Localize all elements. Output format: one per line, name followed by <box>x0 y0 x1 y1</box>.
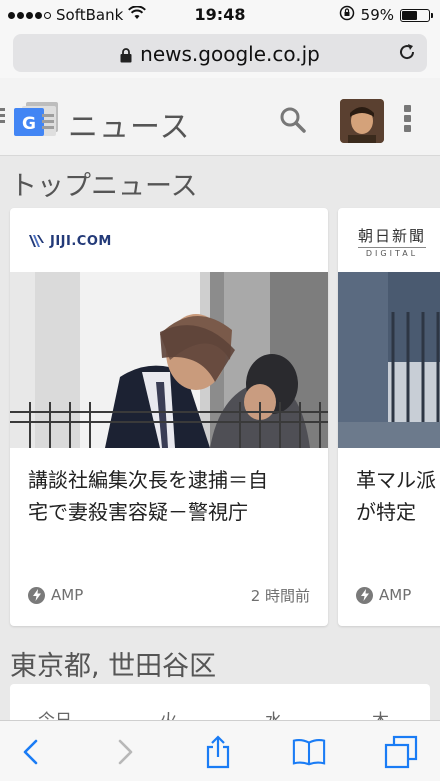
reload-icon[interactable] <box>397 42 417 66</box>
tabs-icon[interactable] <box>384 735 418 769</box>
headline-line: 講談社編集次長を逮捕＝自 <box>28 468 268 492</box>
source-name: 朝日新聞 <box>358 227 427 245</box>
orientation-lock-icon <box>339 5 355 25</box>
more-vert-icon[interactable] <box>404 105 412 135</box>
back-icon[interactable] <box>14 735 48 769</box>
news-headline[interactable]: 革マル派 が特定 <box>356 464 440 528</box>
news-headline[interactable]: 講談社編集次長を逮捕＝自 宅で妻殺害容疑－警視庁 <box>28 464 310 528</box>
card-footer: AMP 2 時間前 <box>28 584 310 606</box>
amp-icon <box>356 586 373 604</box>
avatar[interactable] <box>340 99 384 143</box>
source-logo-asahi: 朝日新聞 DIGITAL <box>358 225 427 258</box>
amp-label: AMP <box>379 586 412 604</box>
timestamp: 2 時間前 <box>250 586 310 605</box>
url-text: news.google.co.jp <box>140 42 320 66</box>
url-display[interactable]: news.google.co.jp <box>13 42 427 68</box>
browser-address-area: news.google.co.jp <box>0 30 440 78</box>
forward-icon[interactable] <box>108 735 142 769</box>
share-icon[interactable] <box>201 735 235 769</box>
amp-badge: AMP <box>356 586 411 604</box>
amp-label: AMP <box>51 586 84 604</box>
battery-percent: 59% <box>360 6 394 24</box>
app-title: ニュース <box>68 110 191 145</box>
browser-toolbar <box>0 720 440 781</box>
amp-badge: AMP <box>28 586 83 604</box>
headline-line: が特定 <box>356 500 416 524</box>
app-header: G ニュース <box>0 78 440 156</box>
news-photo[interactable] <box>338 272 440 448</box>
google-news-logo[interactable]: G <box>12 100 60 144</box>
menu-icon[interactable] <box>0 108 5 128</box>
section-heading-location: 東京都, 世田谷区 <box>10 651 217 682</box>
headline-line: 宅で妻殺害容疑－警視庁 <box>28 500 248 524</box>
svg-text:G: G <box>22 114 36 134</box>
news-photo[interactable] <box>10 272 328 448</box>
section-heading-top-news: トップニュース <box>10 171 198 202</box>
search-icon[interactable] <box>279 106 307 138</box>
headline-line: 革マル派 <box>356 468 436 492</box>
battery-fill <box>402 10 418 20</box>
amp-icon <box>28 586 45 604</box>
news-card[interactable]: 朝日新聞 DIGITAL 革マル派 が特定 AMP <box>338 208 440 626</box>
source-subname: DIGITAL <box>358 247 427 258</box>
news-card[interactable]: JIJI.COM 講談社編集次長を逮捕＝自 宅で妻殺害容疑－警視庁 AMP 2 … <box>10 208 328 626</box>
status-right: 59% <box>339 5 433 25</box>
source-logo-jiji: JIJI.COM <box>28 230 112 252</box>
bookmarks-icon[interactable] <box>292 735 326 769</box>
lock-icon <box>120 44 132 68</box>
status-bar: SoftBank 19:48 59% <box>0 0 440 30</box>
card-footer: AMP <box>356 584 440 606</box>
address-bar[interactable]: news.google.co.jp <box>13 34 427 72</box>
source-name: JIJI.COM <box>50 233 112 249</box>
battery-icon <box>400 8 433 22</box>
